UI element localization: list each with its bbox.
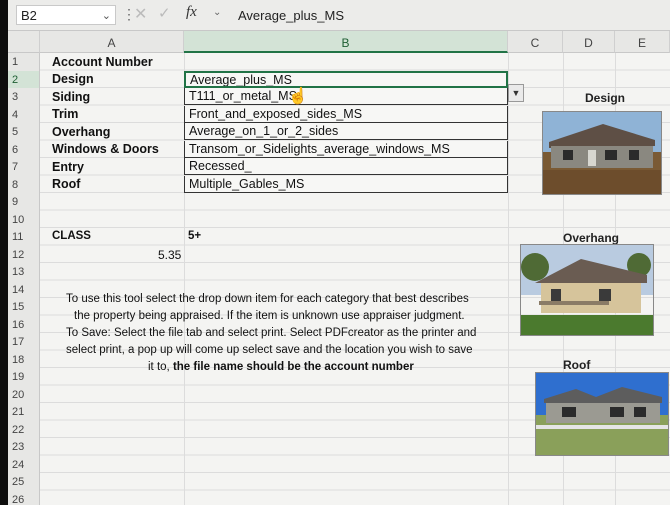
expand-chevron-icon[interactable]: ⌄ (213, 7, 221, 18)
row-header[interactable]: 4 (8, 105, 40, 123)
label-overhang[interactable]: Overhang (52, 125, 110, 139)
formula-input[interactable]: Average_plus_MS (238, 8, 344, 23)
instructions-line-5: it to, the file name should be the accou… (148, 361, 414, 373)
row-header[interactable]: 11 (8, 228, 40, 246)
class-label[interactable]: CLASS (52, 230, 91, 242)
column-header-e[interactable]: E (615, 31, 670, 53)
design-select-cell[interactable]: Average_plus_MS (184, 70, 508, 88)
instructions-line-4: select print, a pop up will come up sele… (66, 344, 473, 356)
select-all-corner[interactable] (8, 31, 40, 53)
formula-bar: B2 ⌄ ⋮ ✕ ✓ fx ⌄ Average_plus_MS (8, 0, 670, 31)
design-house-illustration (543, 112, 661, 194)
row-header[interactable]: 1 (8, 53, 40, 71)
row-header[interactable]: 24 (8, 455, 40, 473)
label-siding[interactable]: Siding (52, 90, 90, 104)
row-header[interactable]: 12 (8, 245, 40, 263)
enter-check-icon[interactable]: ✓ (158, 4, 171, 22)
row-header[interactable]: 8 (8, 175, 40, 193)
row-header[interactable]: 7 (8, 158, 40, 176)
column-header-d[interactable]: D (563, 31, 615, 53)
insert-function-icon[interactable]: fx (186, 4, 197, 21)
entry-select-cell[interactable]: Recessed_ (184, 158, 508, 175)
row-header[interactable]: 16 (8, 315, 40, 333)
label-entry[interactable]: Entry (52, 160, 84, 174)
windows-doors-select-cell[interactable]: Transom_or_Sidelights_average_windows_MS (184, 140, 508, 158)
row-header[interactable]: 6 (8, 140, 40, 158)
instructions-line-2: the property being appraised. If the ite… (74, 310, 465, 322)
siding-select-cell[interactable]: T111_or_metal_MS (184, 88, 508, 105)
row-header[interactable]: 10 (8, 210, 40, 228)
roof-image-title: Roof (563, 358, 591, 372)
name-box-value: B2 (21, 8, 37, 23)
column-header-b[interactable]: B (184, 31, 508, 53)
row-header[interactable]: 2 (8, 70, 40, 88)
label-account-number[interactable]: Account Number (52, 55, 153, 69)
row-header[interactable]: 19 (8, 368, 40, 386)
label-design[interactable]: Design (52, 72, 94, 86)
row-header[interactable]: 17 (8, 333, 40, 351)
overhang-house-illustration (521, 245, 653, 335)
column-header-c[interactable]: C (508, 31, 563, 53)
class-value[interactable]: 5+ (188, 230, 201, 242)
row-header[interactable]: 3 (8, 88, 40, 106)
spreadsheet-screen: B2 ⌄ ⋮ ✕ ✓ fx ⌄ Average_plus_MS A B C D … (8, 0, 670, 505)
row-header[interactable]: 21 (8, 403, 40, 421)
instructions-line-5-prefix: it to, (148, 361, 173, 373)
column-header-a[interactable]: A (40, 31, 184, 53)
name-box[interactable]: B2 ⌄ (16, 5, 116, 25)
label-windows-doors[interactable]: Windows & Doors (52, 142, 159, 156)
roof-select-cell[interactable]: Multiple_Gables_MS (184, 175, 508, 193)
instructions-line-5-bold: the file name should be the account numb… (172, 361, 414, 373)
roof-house-photo[interactable] (535, 372, 669, 456)
design-house-photo[interactable] (542, 111, 662, 195)
roof-house-illustration (536, 373, 668, 455)
chevron-down-icon[interactable]: ⌄ (102, 6, 111, 26)
row-header[interactable]: 13 (8, 263, 40, 281)
overhang-image-title: Overhang (563, 231, 620, 245)
design-image-title: Design (585, 91, 626, 105)
row-header[interactable]: 25 (8, 473, 40, 491)
instructions-line-3: To Save: Select the file tab and select … (66, 327, 477, 339)
trim-select-cell[interactable]: Front_and_exposed_sides_MS (184, 105, 508, 123)
row-header[interactable]: 23 (8, 438, 40, 456)
instructions-line-1: To use this tool select the drop down it… (66, 293, 469, 305)
dropdown-arrow-icon[interactable]: ▼ (508, 84, 524, 102)
row-header[interactable]: 22 (8, 420, 40, 438)
row-header[interactable]: 14 (8, 280, 40, 298)
overhang-house-photo[interactable] (520, 244, 654, 336)
overhang-select-cell[interactable]: Average_on_1_or_2_sides (184, 123, 508, 140)
row-header[interactable]: 5 (8, 123, 40, 141)
row-header[interactable]: 20 (8, 385, 40, 403)
label-trim[interactable]: Trim (52, 107, 78, 121)
row-header[interactable]: 15 (8, 298, 40, 316)
row-header[interactable]: 26 (8, 490, 40, 505)
cancel-icon[interactable]: ✕ (134, 4, 147, 24)
hand-cursor-icon: ☝ (288, 88, 308, 105)
row-header[interactable]: 9 (8, 193, 40, 211)
score-value[interactable]: 5.35 (158, 248, 181, 262)
row-header[interactable]: 18 (8, 350, 40, 368)
label-roof[interactable]: Roof (52, 177, 80, 191)
